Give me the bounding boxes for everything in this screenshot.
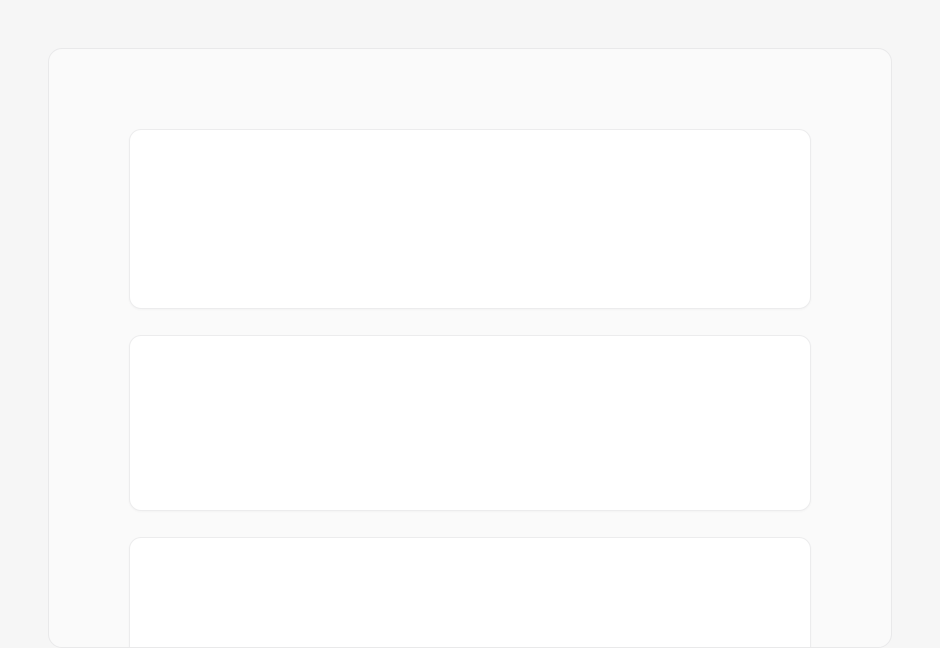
card-item — [129, 129, 811, 309]
card-item — [129, 335, 811, 511]
content-panel — [48, 48, 892, 648]
card-item — [129, 537, 811, 648]
